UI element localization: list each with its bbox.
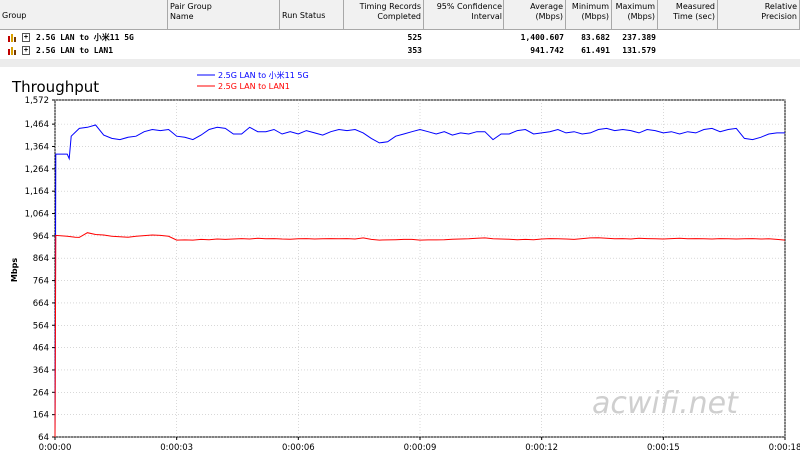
pair-results-table: Group Pair Group Name Run Status Timing …: [0, 0, 800, 59]
x-tick-label: 0:00:06: [282, 443, 315, 453]
col-header-maximum-label: Maximum (Mbps): [615, 2, 655, 21]
row-name: 2.5G LAN to LAN1: [36, 46, 114, 55]
col-header-average[interactable]: Average (Mbps): [504, 0, 566, 30]
expand-plus-icon[interactable]: +: [22, 46, 30, 55]
throughput-chart-panel: Throughput Mbps 1,572 1,464 1,364 1,264 1,16…: [0, 67, 800, 456]
y-tick-label: 64: [38, 433, 49, 443]
y-tick-label: 1,264: [25, 165, 49, 175]
y-tick-label: 1,464: [25, 120, 49, 130]
throughput-chart: Throughput Mbps 1,572 1,464 1,364 1,264 1,16…: [10, 70, 800, 453]
y-tick-label: 1,572: [25, 96, 49, 106]
y-tick-label: 464: [33, 344, 49, 354]
y-tick-label: 1,164: [25, 187, 49, 197]
row-records: 525: [407, 33, 422, 42]
x-tick-label: 0:00:15: [647, 443, 680, 453]
row-maximum: 131.579: [622, 46, 656, 55]
col-header-timing-records-label: Timing Records Completed: [359, 2, 421, 21]
x-tick-label: 0:00:12: [525, 443, 558, 453]
col-header-minimum-label: Minimum (Mbps): [571, 2, 609, 21]
y-axis-label: Mbps: [10, 258, 19, 282]
y-tick-label: 1,364: [25, 142, 49, 152]
row-minimum: 61.491: [581, 46, 610, 55]
x-tick-label: 0:00:09: [404, 443, 437, 453]
col-header-group-label: Group: [2, 11, 27, 20]
pair-chart-icon: [8, 34, 16, 42]
y-tick-label: 564: [33, 321, 49, 331]
legend-label-series-1: 2.5G LAN to 小米11 5G: [218, 70, 309, 80]
y-axis: 1,572 1,464 1,364 1,264 1,164 1,064 964 864 764 6…: [25, 96, 55, 443]
row-average: 941.742: [530, 46, 564, 55]
col-header-confidence-interval-label: 95% Confidence Interval: [436, 2, 502, 21]
y-tick-label: 864: [33, 254, 49, 264]
col-header-average-label: Average (Mbps): [530, 2, 563, 21]
y-tick-label: 664: [33, 299, 49, 309]
y-tick-label: 1,064: [25, 210, 49, 220]
x-tick-label: 0:00:03: [160, 443, 193, 453]
watermark: acwifi.net: [592, 386, 739, 421]
col-header-confidence-interval[interactable]: 95% Confidence Interval: [424, 0, 504, 30]
chart-legend: 2.5G LAN to 小米11 5G 2.5G LAN to LAN1: [197, 70, 309, 91]
y-tick-label: 164: [33, 411, 49, 421]
y-tick-label: 264: [33, 388, 49, 398]
table-row[interactable]: + 2.5G LAN to 小米11 5G 525 1,400.607 83.6…: [0, 31, 800, 44]
table-row[interactable]: + 2.5G LAN to LAN1 353 941.742 61.491 13…: [0, 44, 800, 57]
row-maximum: 237.389: [622, 33, 656, 42]
pair-chart-icon: [8, 47, 16, 55]
y-tick-label: 364: [33, 366, 49, 376]
legend-label-series-2: 2.5G LAN to LAN1: [218, 82, 290, 91]
row-minimum: 83.682: [581, 33, 610, 42]
row-name: 2.5G LAN to 小米11 5G: [36, 33, 134, 42]
chart-title: Throughput: [11, 78, 99, 96]
x-tick-label: 0:00:18: [769, 443, 800, 453]
col-header-group[interactable]: Group: [0, 0, 168, 30]
col-header-run-status[interactable]: Run Status: [280, 0, 344, 30]
y-tick-label: 764: [33, 277, 49, 287]
col-header-measured-time-label: Measured Time (sec): [673, 2, 715, 21]
row-records: 353: [407, 46, 422, 55]
y-tick-label: 964: [33, 232, 49, 242]
col-header-maximum[interactable]: Maximum (Mbps): [612, 0, 658, 30]
expand-plus-icon[interactable]: +: [22, 33, 30, 42]
row-average: 1,400.607: [520, 33, 564, 42]
x-axis: 0:00:00 0:00:03 0:00:06 0:00:09 0:00:12 0:00:…: [39, 437, 800, 453]
col-header-run-status-label: Run Status: [282, 11, 326, 20]
col-header-relative-precision[interactable]: Relative Precision: [718, 0, 800, 30]
x-tick-label: 0:00:00: [39, 443, 72, 453]
col-header-minimum[interactable]: Minimum (Mbps): [566, 0, 612, 30]
col-header-timing-records[interactable]: Timing Records Completed: [344, 0, 424, 30]
col-header-pair-group-name[interactable]: Pair Group Name: [168, 0, 280, 30]
col-header-measured-time[interactable]: Measured Time (sec): [658, 0, 718, 30]
col-header-relative-precision-label: Relative Precision: [761, 2, 797, 21]
col-header-pair-group-name-label: Pair Group Name: [170, 2, 212, 21]
splitter[interactable]: [0, 59, 800, 67]
